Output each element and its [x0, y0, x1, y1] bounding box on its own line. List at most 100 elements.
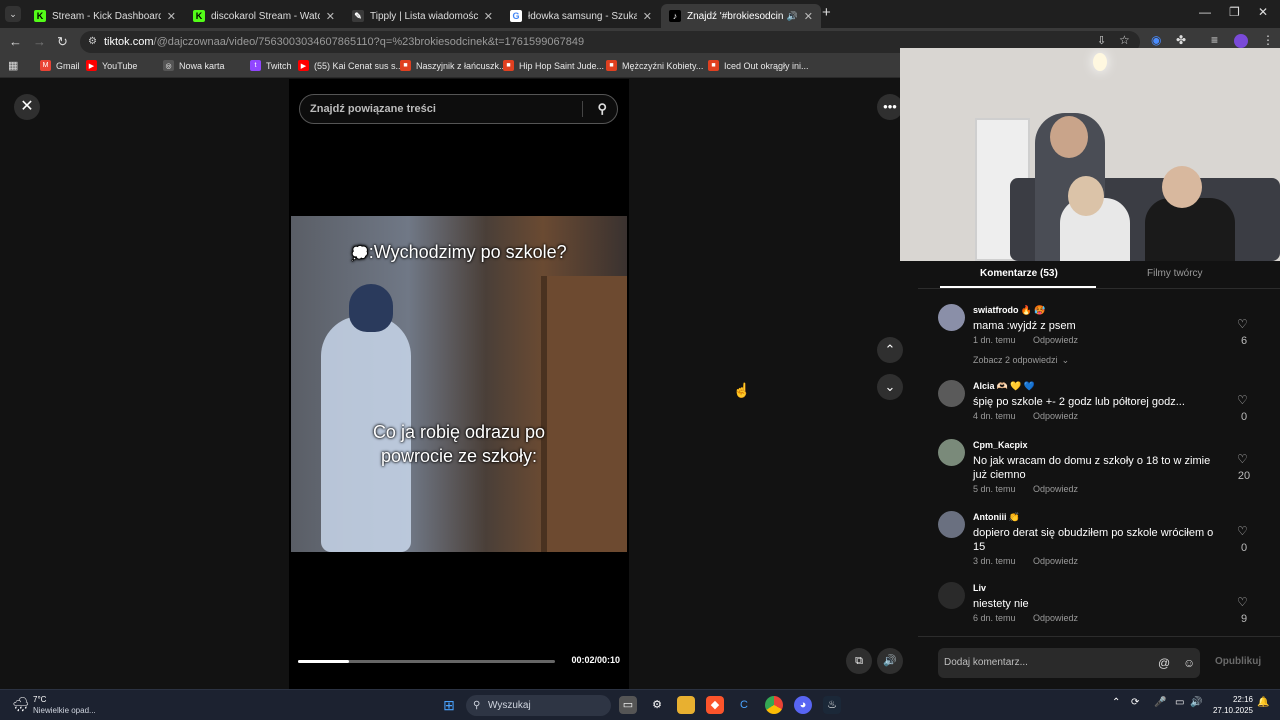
comment-username[interactable]: Liv	[973, 583, 988, 593]
webcam-overlay	[900, 48, 1280, 261]
reply-button[interactable]: Odpowiedz	[1033, 613, 1078, 623]
bookmark-favicon-icon: ■	[400, 60, 411, 71]
bookmark-item[interactable]: ■ Hip Hop Saint Jude...	[503, 60, 604, 71]
comment-username-emoji: 🔥 🥵	[1020, 305, 1046, 315]
tab-close-icon[interactable]: ✕	[643, 10, 652, 23]
comment-username[interactable]: Alcia 🫶🏻 💛 💙	[973, 381, 1035, 392]
chrome-icon[interactable]	[765, 696, 783, 714]
back-icon[interactable]: ←	[9, 34, 22, 49]
emoji-icon[interactable]: ☺	[1183, 648, 1195, 678]
comment-username[interactable]: Cpm_Kacpix	[973, 440, 1030, 450]
new-tab-button[interactable]: +	[822, 4, 831, 21]
url-path: /@dajczownaa/video/7563003034607865110?q…	[153, 36, 585, 48]
bookmark-item[interactable]: ■ Iced Out okrągły ini...	[708, 60, 809, 71]
like-heart-icon[interactable]: ♡	[1237, 393, 1248, 407]
bookmark-item[interactable]: M Gmail	[40, 60, 80, 71]
app-icon-1[interactable]: ⚙	[648, 696, 666, 714]
tray-app-icon[interactable]: ⟳	[1131, 697, 1139, 708]
like-heart-icon[interactable]: ♡	[1237, 317, 1248, 331]
notification-icon[interactable]: 🔔	[1257, 697, 1269, 708]
minimize-icon[interactable]: —	[1199, 5, 1211, 19]
tab-close-icon[interactable]: ✕	[326, 10, 335, 23]
weather-icon[interactable]: 🌧	[12, 696, 30, 713]
app-c-icon[interactable]: C	[735, 696, 753, 714]
caption-top: 💭:Wychodzimy po szkole?	[291, 242, 627, 263]
related-search-input[interactable]: Znajdź powiązane treści ⚲	[299, 94, 618, 124]
comment-input[interactable]: Dodaj komentarz... @ ☺	[938, 648, 1200, 678]
task-view-icon[interactable]: ▭	[619, 696, 637, 714]
pip-icon[interactable]: ⧉	[846, 648, 872, 674]
avatar[interactable]	[938, 582, 965, 609]
avatar[interactable]	[938, 380, 965, 407]
like-heart-icon[interactable]: ♡	[1237, 524, 1248, 538]
tab-search-button[interactable]: ⌄	[5, 6, 21, 22]
bookmark-item[interactable]: ◎ Nowa karta	[163, 60, 225, 71]
install-app-icon[interactable]: ⇩	[1097, 34, 1106, 47]
apps-grid-icon[interactable]: ▦	[8, 59, 18, 72]
steam-icon[interactable]: ♨	[823, 696, 841, 714]
microphone-icon[interactable]: 🎤	[1154, 697, 1166, 708]
taskbar-search-input[interactable]: ⚲ Wyszukaj	[466, 695, 611, 716]
like-heart-icon[interactable]: ♡	[1237, 595, 1248, 609]
close-icon[interactable]: ✕	[14, 94, 40, 120]
discord-icon[interactable]: ◕	[794, 696, 812, 714]
volume-icon[interactable]: 🔊	[877, 648, 903, 674]
mention-icon[interactable]: @	[1158, 648, 1170, 678]
tab-close-icon[interactable]: ✕	[804, 10, 813, 23]
menu-icon[interactable]: ⋮	[1262, 33, 1274, 47]
bookmark-star-icon[interactable]: ☆	[1119, 33, 1130, 47]
extension-icon[interactable]: ◉	[1151, 33, 1161, 47]
bookmark-item[interactable]: ■ Naszyjnik z łańcuszk...	[400, 60, 507, 71]
profile-avatar[interactable]	[1234, 34, 1248, 48]
reload-icon[interactable]: ↻	[57, 34, 68, 50]
tab-comments[interactable]: Komentarze (53)	[980, 268, 1058, 279]
post-comment-button[interactable]: Opublikuj	[1215, 656, 1261, 667]
bookmark-favicon-icon: ■	[606, 60, 617, 71]
previous-video-icon[interactable]: ⌃	[877, 337, 903, 363]
tab-close-icon[interactable]: ✕	[484, 10, 493, 23]
chat-bubble-icon: 💭	[351, 245, 369, 261]
bookmark-item[interactable]: ▶ YouTube	[86, 60, 137, 71]
start-icon[interactable]: ⊞	[440, 696, 458, 714]
forward-icon[interactable]: →	[33, 34, 46, 49]
avatar[interactable]	[938, 304, 965, 331]
comment-username-text: Cpm_Kacpix	[973, 440, 1028, 450]
file-explorer-icon[interactable]	[677, 696, 695, 714]
avatar[interactable]	[938, 439, 965, 466]
comment-username[interactable]: swiatfrodo 🔥 🥵	[973, 305, 1045, 316]
reply-button[interactable]: Odpowiedz	[1033, 335, 1078, 345]
browser-tab[interactable]: ♪ Znajdź '#brokiesodcinek' n 🔊 ✕	[661, 4, 821, 28]
progress-bar[interactable]	[298, 660, 555, 663]
video-frame[interactable]: 💭:Wychodzimy po szkole? Co ja robię odra…	[291, 216, 627, 552]
browser-tab[interactable]: Kdiscokarol Stream - Watch Live ✕	[185, 4, 343, 28]
bookmark-item[interactable]: t Twitch	[250, 60, 292, 71]
restore-icon[interactable]: ❐	[1229, 5, 1240, 19]
speaker-icon[interactable]: 🔊	[1190, 697, 1202, 708]
like-heart-icon[interactable]: ♡	[1237, 452, 1248, 466]
tab-audio-icon[interactable]: 🔊	[787, 11, 798, 22]
site-info-icon[interactable]: ⚙	[88, 31, 97, 53]
tab-creator-videos[interactable]: Filmy twórcy	[1147, 268, 1203, 279]
avatar[interactable]	[938, 511, 965, 538]
reply-button[interactable]: Odpowiedz	[1033, 484, 1078, 494]
tray-chevron-icon[interactable]: ⌃	[1112, 697, 1120, 708]
brave-icon[interactable]: ◆	[706, 696, 724, 714]
clock[interactable]: 22:16 27.10.2025	[1205, 694, 1253, 716]
view-replies-button[interactable]: Zobacz 2 odpowiedzi ⌄	[973, 355, 1069, 366]
browser-tab[interactable]: ✎ Tipply | Lista wiadomości ✕	[344, 4, 501, 28]
bookmark-item[interactable]: ■ Mężczyźni Kobiety...	[606, 60, 703, 71]
next-video-icon[interactable]: ⌄	[877, 374, 903, 400]
browser-tab[interactable]: K Stream - Kick Dashboard ✕	[26, 4, 184, 28]
bookmark-item[interactable]: ▶ (55) Kai Cenat sus s...	[298, 60, 403, 71]
network-icon[interactable]: ▭	[1175, 697, 1184, 708]
comment-username[interactable]: Antoniii 👏	[973, 512, 1020, 523]
reply-button[interactable]: Odpowiedz	[1033, 556, 1078, 566]
media-control-icon[interactable]: ≡	[1211, 33, 1218, 47]
extensions-puzzle-icon[interactable]: ✤	[1176, 33, 1186, 47]
tab-close-icon[interactable]: ✕	[167, 10, 176, 23]
search-placeholder: Znajdź powiązane treści	[310, 103, 436, 115]
close-window-icon[interactable]: ✕	[1258, 5, 1268, 19]
reply-button[interactable]: Odpowiedz	[1033, 411, 1078, 421]
browser-tab[interactable]: Głdowka samsung - Szukaj w Go ✕	[502, 4, 660, 28]
search-icon[interactable]: ⚲	[597, 95, 607, 123]
